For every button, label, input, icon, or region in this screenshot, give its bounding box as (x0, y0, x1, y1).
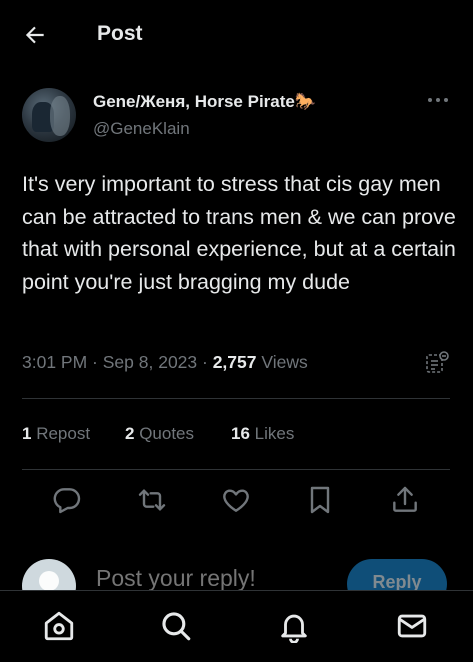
bottom-navigation (0, 590, 473, 662)
post-author: Gene/Женя, Horse Pirate🐎 @GeneKlain (22, 88, 452, 144)
like-count-link[interactable]: 16 Likes (231, 424, 294, 444)
post-analytics-icon[interactable] (424, 350, 450, 376)
views-label: Views (256, 352, 308, 372)
author-handle[interactable]: @GeneKlain (93, 119, 190, 139)
search-icon[interactable] (159, 609, 193, 643)
meta-separator: · (87, 352, 103, 372)
arrow-left-icon[interactable] (22, 22, 48, 48)
like-icon[interactable] (220, 484, 252, 516)
divider (22, 469, 450, 470)
views-count: 2,757 (212, 352, 257, 372)
avatar (22, 559, 76, 590)
post-text: It's very important to stress that cis g… (22, 172, 456, 294)
post-meta: 3:01 PM · Sep 8, 2023 · 2,757 Views (22, 350, 452, 378)
action-bar (0, 484, 473, 520)
bookmark-icon[interactable] (304, 484, 336, 516)
reply-icon[interactable] (51, 484, 83, 516)
repost-count-link[interactable]: 1 Repost (22, 424, 90, 444)
home-icon[interactable] (42, 609, 76, 643)
reply-composer: Reply (0, 550, 473, 590)
meta-separator: · (197, 352, 213, 372)
notifications-icon[interactable] (277, 609, 311, 643)
share-icon[interactable] (389, 484, 421, 516)
more-horizontal-icon[interactable] (426, 92, 450, 108)
reply-input[interactable] (96, 565, 326, 590)
top-bar: Post (0, 0, 473, 70)
repost-icon[interactable] (136, 484, 168, 516)
divider (22, 398, 450, 399)
messages-icon[interactable] (395, 609, 429, 643)
post-time[interactable]: 3:01 PM (22, 352, 87, 372)
avatar[interactable] (22, 88, 76, 142)
post-date[interactable]: Sep 8, 2023 (103, 352, 197, 372)
reply-button[interactable]: Reply (347, 559, 447, 590)
page-title: Post (97, 22, 143, 45)
quote-count-link[interactable]: 2 Quotes (125, 424, 194, 444)
author-display-name[interactable]: Gene/Женя, Horse Pirate🐎 (93, 92, 316, 112)
